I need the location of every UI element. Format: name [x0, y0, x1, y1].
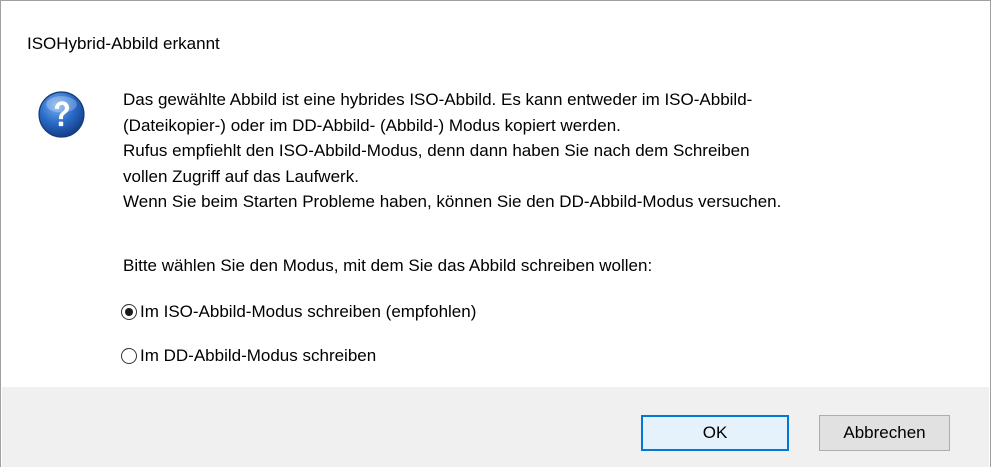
radio-dd-mode[interactable]: Im DD-Abbild-Modus schreiben	[121, 345, 376, 367]
ok-button[interactable]: OK	[641, 415, 789, 451]
mode-prompt: Bitte wählen Sie den Modus, mit dem Sie …	[123, 256, 653, 275]
message-line: Wenn Sie beim Starten Probleme haben, kö…	[123, 192, 782, 211]
radio-iso-mode[interactable]: Im ISO-Abbild-Modus schreiben (empfohlen…	[121, 301, 476, 323]
question-icon	[38, 91, 85, 138]
radio-dd-mode-label[interactable]: Im DD-Abbild-Modus schreiben	[140, 345, 376, 367]
message-line: Das gewählte Abbild ist eine hybrides IS…	[123, 90, 753, 109]
radio-iso-mode-label[interactable]: Im ISO-Abbild-Modus schreiben (empfohlen…	[140, 301, 476, 323]
message-line: vollen Zugriff auf das Laufwerk.	[123, 166, 359, 186]
dialog-title: ISOHybrid-Abbild erkannt	[27, 34, 220, 53]
dialog-message: Das gewählte Abbild ist eine hybrides IS…	[123, 87, 781, 215]
radio-button-selected[interactable]	[121, 304, 137, 320]
dialog-window: ISOHybrid-Abbild erkannt Das gewählte Ab…	[0, 0, 991, 467]
message-line: (Dateikopier-) oder im DD-Abbild- (Abbil…	[123, 115, 621, 135]
cancel-button[interactable]: Abbrechen	[819, 415, 950, 451]
message-line: Rufus empfiehlt den ISO-Abbild-Modus, de…	[123, 141, 750, 160]
radio-button-unselected[interactable]	[121, 348, 137, 364]
